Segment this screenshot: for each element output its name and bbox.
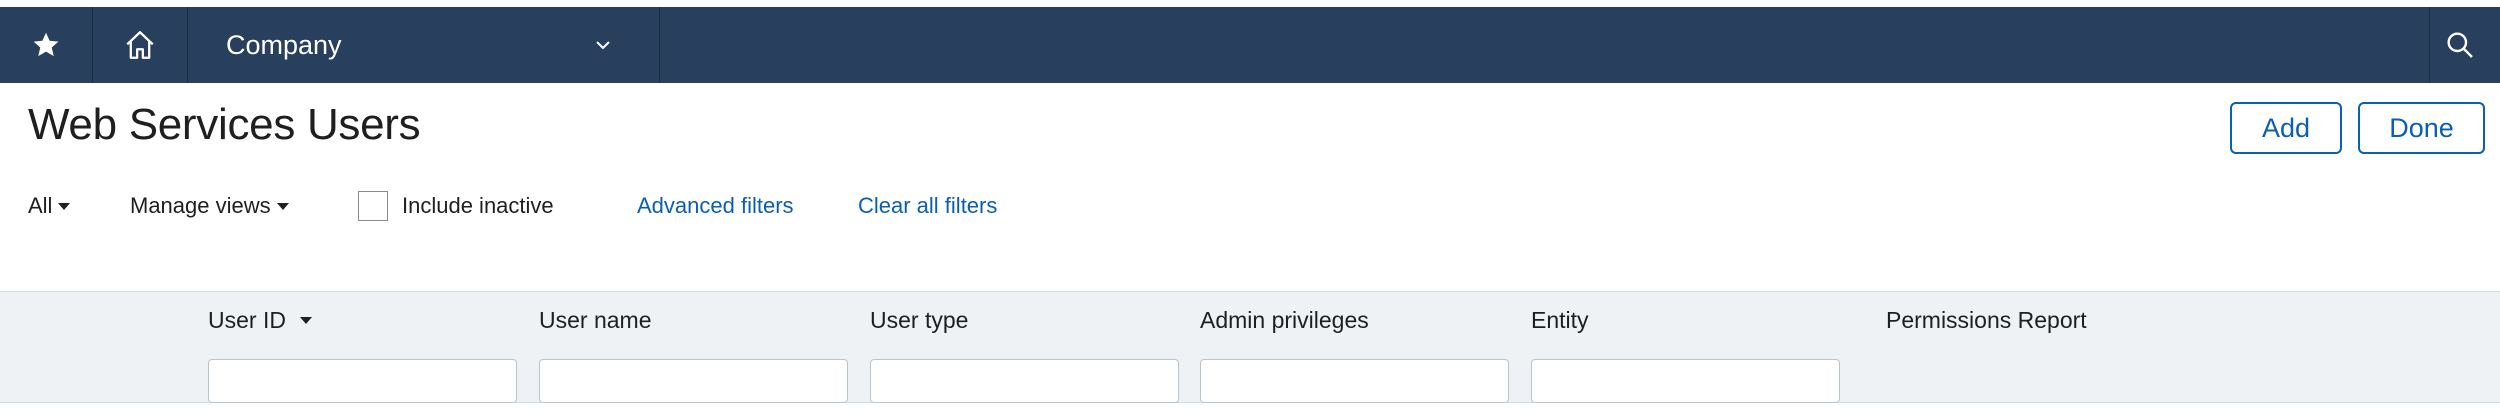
column-user-name: User name bbox=[539, 306, 848, 403]
clear-all-filters-link[interactable]: Clear all filters bbox=[858, 188, 997, 224]
column-user-type: User type bbox=[870, 306, 1179, 403]
user-type-filter-input[interactable] bbox=[870, 359, 1179, 403]
top-nav-bar: Company bbox=[0, 7, 2500, 83]
include-inactive-toggle[interactable]: Include inactive bbox=[358, 188, 554, 224]
home-button[interactable] bbox=[93, 7, 188, 83]
caret-down-icon bbox=[276, 202, 289, 210]
column-header-permissions-report: Permissions Report bbox=[1886, 306, 2087, 333]
column-permissions-report: Permissions Report bbox=[1886, 306, 2087, 334]
column-header-user-type[interactable]: User type bbox=[870, 306, 968, 334]
company-menu-label: Company bbox=[226, 29, 342, 60]
page-title: Web Services Users bbox=[28, 100, 421, 149]
admin-privileges-filter-input[interactable] bbox=[1200, 359, 1509, 403]
view-selector[interactable]: All bbox=[28, 188, 71, 224]
column-header-admin-privileges[interactable]: Admin privileges bbox=[1200, 306, 1369, 334]
search-icon bbox=[2447, 32, 2473, 58]
sort-caret-icon bbox=[299, 316, 312, 324]
nav-spacer bbox=[660, 7, 2430, 83]
column-label: User ID bbox=[208, 306, 286, 333]
advanced-filters-link[interactable]: Advanced filters bbox=[637, 188, 794, 224]
column-user-id: User ID bbox=[208, 306, 517, 403]
column-header-user-name[interactable]: User name bbox=[539, 306, 651, 334]
done-button[interactable]: Done bbox=[2358, 102, 2485, 154]
view-selector-label: All bbox=[28, 193, 53, 218]
column-header-user-id[interactable]: User ID bbox=[208, 306, 312, 334]
user-id-filter-input[interactable] bbox=[208, 359, 517, 403]
user-name-filter-input[interactable] bbox=[539, 359, 848, 403]
entity-filter-input[interactable] bbox=[1531, 359, 1840, 403]
include-inactive-label: Include inactive bbox=[402, 193, 554, 218]
column-entity: Entity bbox=[1531, 306, 1840, 403]
chevron-down-icon bbox=[596, 41, 610, 50]
star-icon bbox=[33, 32, 59, 57]
caret-down-icon bbox=[58, 202, 71, 210]
manage-views-menu[interactable]: Manage views bbox=[130, 188, 289, 224]
filter-bar: All Manage views Include inactive Advanc… bbox=[0, 188, 1200, 224]
favorites-button[interactable] bbox=[0, 7, 93, 83]
company-menu[interactable]: Company bbox=[188, 7, 660, 83]
column-admin-privileges: Admin privileges bbox=[1200, 306, 1509, 403]
column-header-entity[interactable]: Entity bbox=[1531, 306, 1589, 334]
include-inactive-checkbox[interactable] bbox=[358, 191, 388, 221]
manage-views-label: Manage views bbox=[130, 193, 271, 218]
add-button[interactable]: Add bbox=[2230, 102, 2342, 154]
global-search-button[interactable] bbox=[2430, 7, 2500, 83]
home-icon bbox=[126, 31, 154, 59]
column-header-band: User ID User name User type Admin privil… bbox=[0, 291, 2500, 403]
